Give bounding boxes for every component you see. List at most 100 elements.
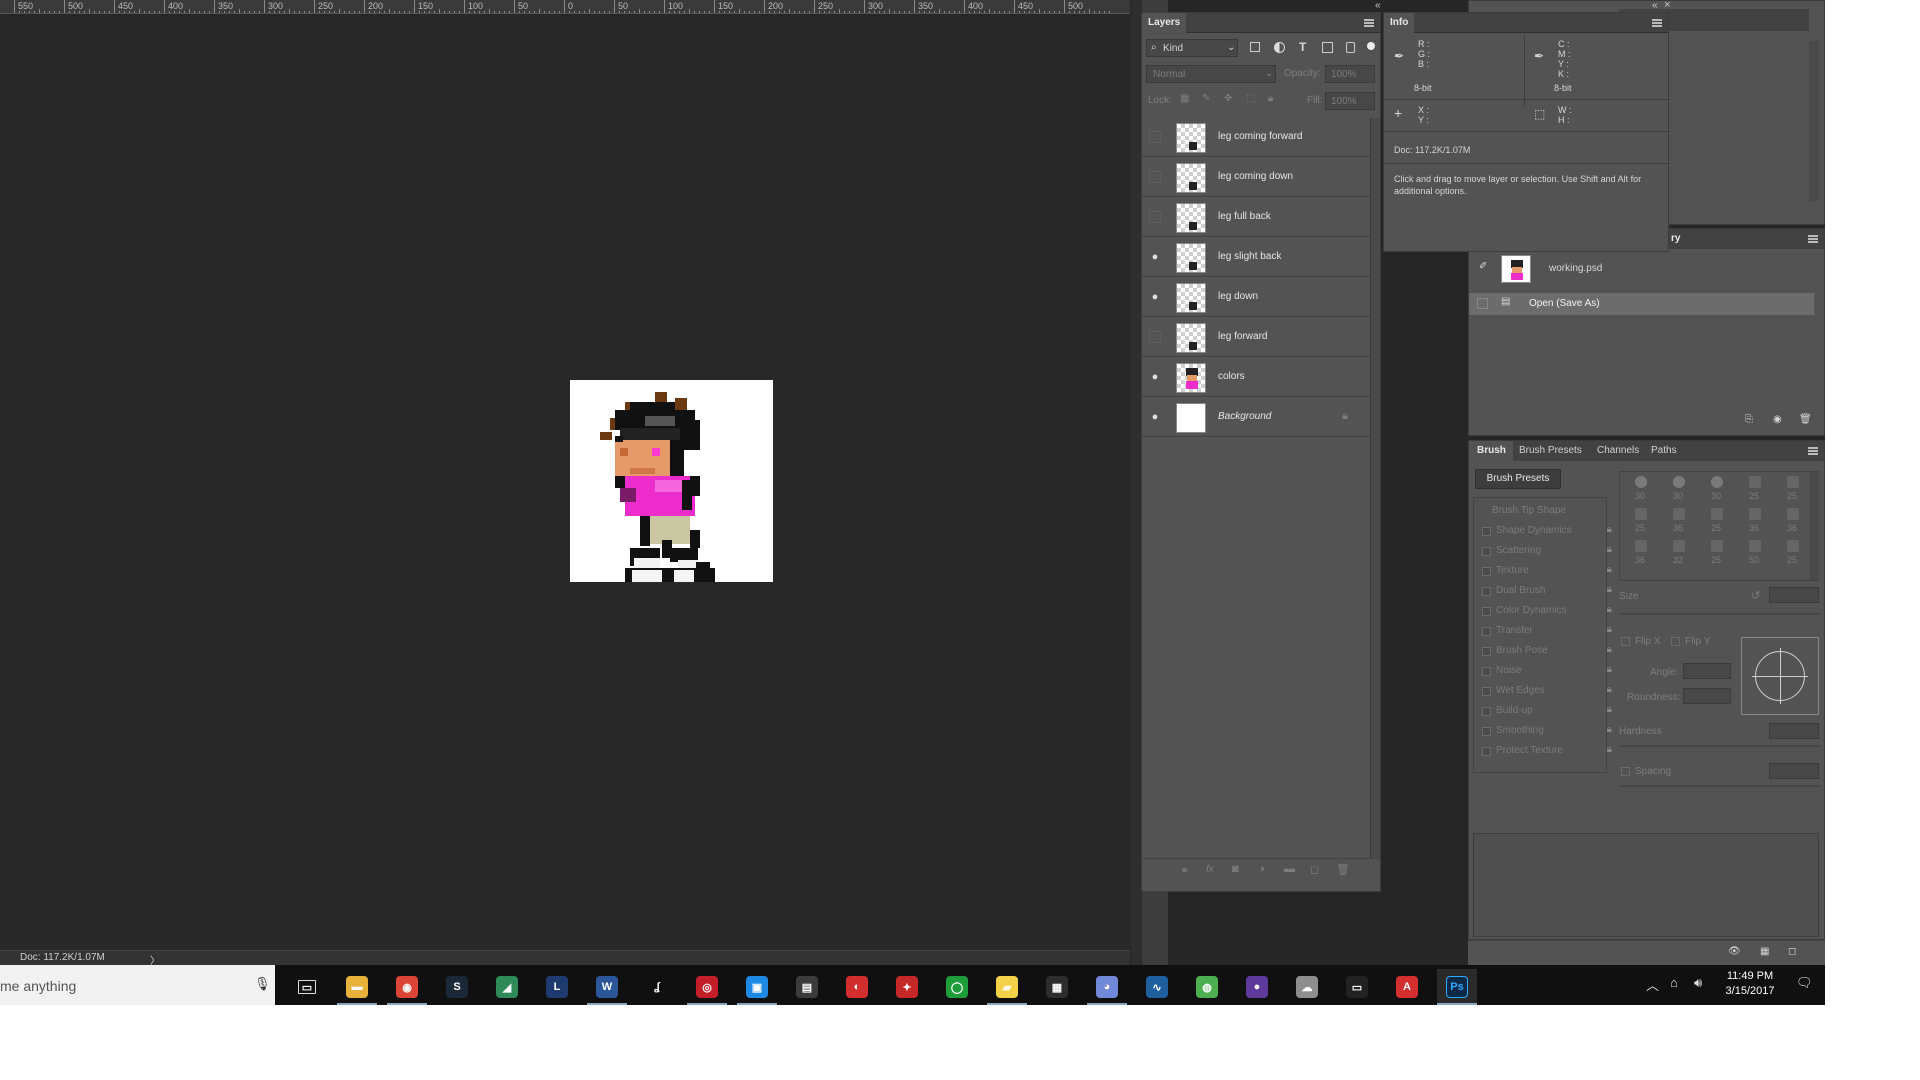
brush-option[interactable]: Brush Pose 🔒︎	[1482, 642, 1612, 662]
brush-tip-preset[interactable]: 25	[1626, 506, 1656, 536]
lock-icon[interactable]: 🔒︎	[1607, 564, 1612, 575]
microphone-icon[interactable]: 🎙︎	[254, 976, 271, 992]
adjustment-layer-icon[interactable]: ◑	[1258, 863, 1265, 875]
reset-size-icon[interactable]: ↺	[1751, 589, 1760, 602]
app-box-icon[interactable]: ▤	[787, 969, 827, 1005]
search-box[interactable]: me anything 🎙︎	[0, 965, 275, 1005]
app-circle-green-icon[interactable]: ◯	[937, 969, 977, 1005]
visibility-eye-icon[interactable]: ●	[1146, 368, 1164, 386]
layer-row[interactable]: leg forward	[1142, 318, 1370, 357]
brush-tip-preset[interactable]: 36	[1778, 506, 1808, 536]
layer-row[interactable]: ● colors	[1142, 358, 1370, 397]
brush-grid-icon[interactable]: ▦	[1760, 946, 1769, 957]
lock-brush-icon[interactable]: ✎	[1202, 93, 1210, 104]
tab-info[interactable]: Info	[1384, 13, 1415, 33]
brush-tip-preset[interactable]: 50	[1740, 538, 1770, 568]
filter-adjustment-icon[interactable]	[1274, 42, 1285, 53]
word-icon[interactable]: W	[587, 969, 627, 1005]
flip-x-checkbox[interactable]	[1621, 637, 1630, 646]
lock-artboard-icon[interactable]: ⬚	[1246, 93, 1255, 104]
opacity-field[interactable]: 100%	[1325, 65, 1375, 83]
brush-option-checkbox[interactable]	[1482, 627, 1491, 636]
layer-row[interactable]: ● leg slight back	[1142, 238, 1370, 277]
chrome-icon[interactable]: ◉	[387, 969, 427, 1005]
terminal-icon[interactable]: ▭	[1337, 969, 1377, 1005]
filter-toggle-icon[interactable]	[1367, 42, 1375, 50]
notification-icon[interactable]: 🗨︎	[1796, 975, 1813, 991]
fx-icon[interactable]: fx	[1206, 864, 1214, 875]
lock-icon[interactable]: 🔒︎	[1607, 744, 1612, 755]
acrobat-icon[interactable]: A	[1387, 969, 1427, 1005]
discord-icon[interactable]: ◕	[1087, 969, 1127, 1005]
layer-row[interactable]: leg coming forward	[1142, 118, 1370, 157]
layer-row[interactable]: leg coming down	[1142, 158, 1370, 197]
history-item-selected[interactable]: ▤ Open (Save As)	[1469, 293, 1814, 315]
visibility-eye-icon[interactable]: ●	[1146, 408, 1164, 426]
panel-menu-icon[interactable]	[1808, 235, 1818, 243]
panel-menu-icon[interactable]	[1808, 447, 1818, 455]
brush-option-checkbox[interactable]	[1482, 587, 1491, 596]
lock-all-icon[interactable]: 🔒︎	[1268, 93, 1273, 104]
visibility-eye-icon[interactable]	[1149, 131, 1161, 143]
sticky-notes-icon[interactable]: ▰	[987, 969, 1027, 1005]
brush-option-checkbox[interactable]	[1482, 747, 1491, 756]
filter-smart-object-icon[interactable]	[1346, 42, 1355, 53]
visibility-eye-icon[interactable]: ●	[1146, 288, 1164, 306]
close-icon[interactable]: ×	[1664, 0, 1670, 11]
file-explorer-icon[interactable]: ▬	[337, 969, 377, 1005]
app-blue-icon[interactable]: ▣	[737, 969, 777, 1005]
network-icon[interactable]: ⌂	[1670, 975, 1678, 990]
new-layer-icon[interactable]: ◻	[1310, 863, 1319, 876]
fill-field[interactable]: 100%	[1325, 92, 1375, 110]
app-wave-icon[interactable]: ∿	[1137, 969, 1177, 1005]
lock-icon[interactable]: 🔒︎	[1607, 664, 1612, 675]
tab-layers[interactable]: Layers	[1142, 13, 1187, 33]
filter-pixel-icon[interactable]	[1250, 42, 1260, 52]
layer-row[interactable]: ● leg down	[1142, 278, 1370, 317]
brush-option-checkbox[interactable]	[1482, 647, 1491, 656]
lock-icon[interactable]: 🔒︎	[1607, 644, 1612, 655]
brush-option-checkbox[interactable]	[1482, 667, 1491, 676]
hardness-field[interactable]	[1769, 723, 1819, 739]
league-icon[interactable]: L	[537, 969, 577, 1005]
lock-icon[interactable]: 🔒︎	[1607, 524, 1612, 535]
brush-option-checkbox[interactable]	[1482, 607, 1491, 616]
opera-icon[interactable]: ◐	[837, 969, 877, 1005]
app-globe-icon[interactable]: ◍	[1187, 969, 1227, 1005]
document-canvas[interactable]	[570, 380, 773, 582]
add-mask-icon[interactable]: ◙	[1232, 863, 1239, 875]
brush-option[interactable]: Smoothing 🔒︎	[1482, 722, 1612, 742]
app-purple-icon[interactable]: ●	[1237, 969, 1277, 1005]
visibility-eye-icon[interactable]	[1149, 331, 1161, 343]
brush-option[interactable]: Shape Dynamics 🔒︎	[1482, 522, 1612, 542]
brush-option[interactable]: Wet Edges 🔒︎	[1482, 682, 1612, 702]
volume-icon[interactable]: 🔊︎	[1694, 975, 1702, 991]
brush-option-checkbox[interactable]	[1482, 687, 1491, 696]
flip-y-checkbox[interactable]	[1671, 637, 1680, 646]
brush-option[interactable]: Build-up 🔒︎	[1482, 702, 1612, 722]
brush-tip-preset[interactable]: 36	[1664, 506, 1694, 536]
layers-scrollbar[interactable]	[1370, 118, 1380, 878]
delete-layer-icon[interactable]: 🗑︎	[1336, 863, 1350, 876]
panel-menu-icon[interactable]	[1652, 19, 1662, 27]
brush-option-checkbox[interactable]	[1482, 527, 1491, 536]
visibility-eye-icon[interactable]: ●	[1146, 248, 1164, 266]
lock-icon[interactable]: 🔒︎	[1607, 544, 1612, 555]
app-spiral-icon[interactable]: ʆ	[637, 969, 677, 1005]
task-view-icon[interactable]: ▭	[287, 969, 327, 1005]
brush-option-checkbox[interactable]	[1482, 707, 1491, 716]
brush-tip-preset[interactable]: 30	[1702, 474, 1732, 504]
history-scrollbar-upper[interactable]	[1809, 41, 1819, 201]
link-layers-icon[interactable]: ⚭	[1180, 864, 1189, 877]
filter-shape-icon[interactable]	[1322, 42, 1333, 53]
brush-option[interactable]: Protect Texture 🔒︎	[1482, 742, 1612, 762]
angle-field[interactable]	[1683, 663, 1731, 679]
brush-tip-preset[interactable]: 25	[1778, 474, 1808, 504]
brush-option-checkbox[interactable]	[1482, 567, 1491, 576]
history-snapshot-row[interactable]: ✐ working.psd	[1469, 253, 1814, 283]
app-cloud-icon[interactable]: ☁	[1287, 969, 1327, 1005]
visibility-eye-icon[interactable]	[1149, 211, 1161, 223]
brush-option-checkbox[interactable]	[1482, 727, 1491, 736]
brush-tip-preset[interactable]: 36	[1740, 506, 1770, 536]
app-red-icon[interactable]: ◎	[687, 969, 727, 1005]
